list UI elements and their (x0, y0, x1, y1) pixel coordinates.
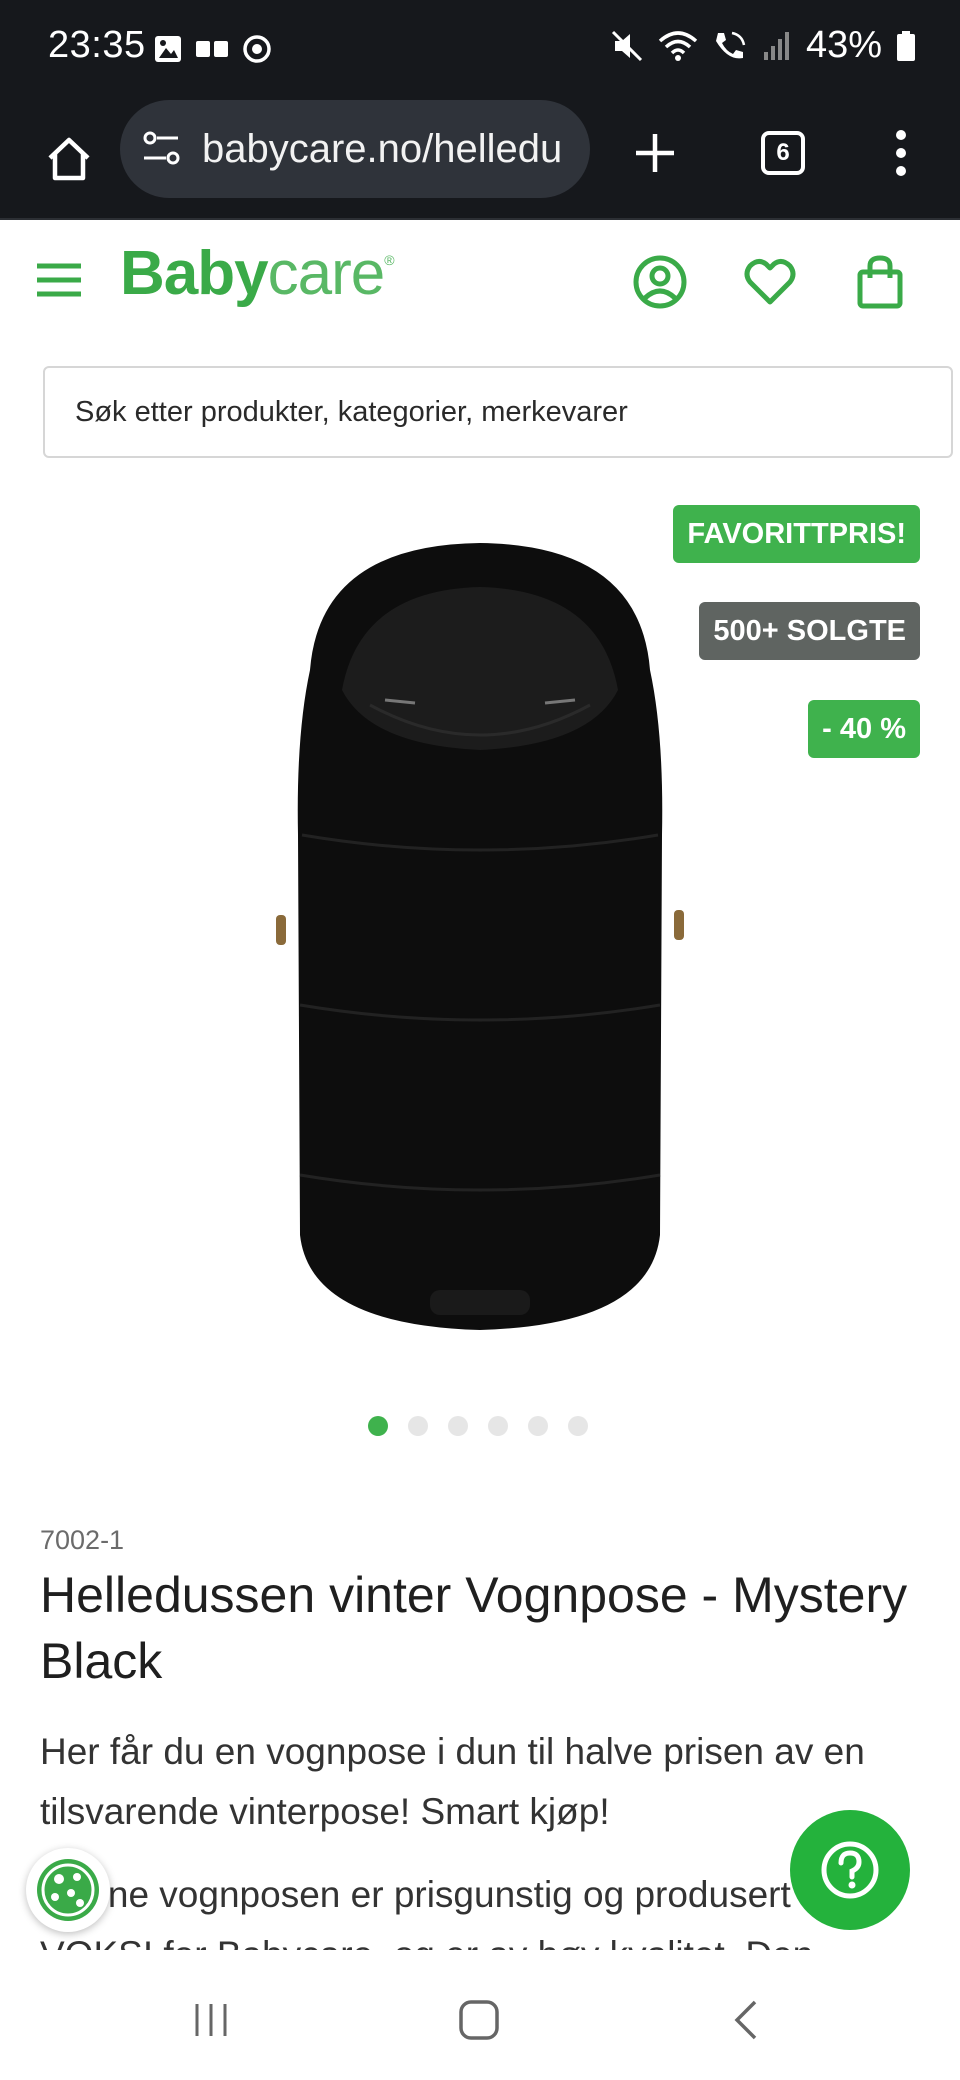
discount-badge: - 40 % (808, 700, 920, 758)
browser-menu-button[interactable] (866, 118, 936, 188)
home-icon (48, 137, 90, 181)
wifi-calling-icon (715, 31, 746, 58)
sync-icon (243, 35, 271, 63)
status-left-icons (153, 33, 273, 65)
logo-registered: ® (384, 252, 394, 268)
help-button[interactable] (790, 1810, 910, 1930)
site-settings-icon[interactable] (140, 127, 184, 171)
search-input[interactable]: Søk etter produkter, kategorier, merkeva… (43, 366, 953, 458)
image-carousel-dots (368, 1416, 588, 1436)
cookie-settings-button[interactable] (26, 1848, 110, 1932)
site-header: Babycare® (0, 222, 960, 342)
plus-icon (636, 134, 674, 172)
cookie-icon (37, 1859, 99, 1921)
recents-icon (195, 2004, 227, 2036)
tab-count: 6 (761, 131, 805, 175)
more-vert-icon (896, 130, 906, 176)
product-title: Helledussen vinter Vognpose - Mystery Bl… (40, 1567, 908, 1689)
user-icon (633, 255, 687, 309)
cart-button[interactable] (852, 254, 908, 310)
battery-icon (897, 30, 915, 61)
gallery-icon (155, 36, 181, 62)
menu-button[interactable] (34, 256, 84, 306)
home-nav-button[interactable] (444, 1990, 514, 2050)
product-sku: 7002-1 (40, 1525, 125, 1555)
tab-switcher-button[interactable]: 6 (748, 118, 818, 188)
back-button[interactable] (712, 1990, 782, 2050)
logo-text-bold: Baby (120, 239, 269, 308)
status-time: 23:35 (48, 24, 146, 66)
carousel-dot[interactable] (448, 1416, 468, 1436)
home-button[interactable] (34, 124, 104, 194)
carousel-dot[interactable] (488, 1416, 508, 1436)
status-right: 43% (610, 24, 916, 67)
sim-icon (196, 41, 228, 57)
browser-toolbar: babycare.no/helledu 6 (0, 98, 960, 220)
url-text: babycare.no/helledu (202, 126, 563, 171)
account-button[interactable] (632, 254, 688, 310)
heart-icon (744, 258, 796, 305)
question-icon (821, 1841, 879, 1899)
address-bar[interactable]: babycare.no/helledu (120, 100, 590, 198)
status-bar: 23:35 43% (0, 0, 960, 98)
system-navigation-bar (0, 1960, 960, 2080)
carousel-dot[interactable] (408, 1416, 428, 1436)
mute-icon (611, 30, 642, 61)
carousel-dot[interactable] (528, 1416, 548, 1436)
babycare-logo[interactable]: Babycare® (120, 238, 395, 309)
product-description: Her får du en vognpose i dun til halve p… (40, 1731, 865, 1832)
search-placeholder: Søk etter produkter, kategorier, merkeva… (75, 395, 628, 428)
sold-count-badge: 500+ SOLGTE (699, 602, 920, 660)
signal-icon (763, 31, 789, 60)
logo-text-light: care (267, 239, 386, 308)
shopping-bag-icon (857, 255, 903, 309)
carousel-dot[interactable] (568, 1416, 588, 1436)
wifi-icon (658, 30, 698, 61)
product-image[interactable] (250, 535, 710, 1350)
home-square-icon (459, 2000, 499, 2040)
product-description-more: Denne vognposen er prisgunstig og produs… (40, 1874, 841, 1960)
favorite-price-badge: FAVORITTPRIS! (673, 505, 920, 563)
new-tab-button[interactable] (620, 118, 690, 188)
carousel-dot[interactable] (368, 1416, 388, 1436)
wishlist-button[interactable] (742, 254, 798, 310)
recent-apps-button[interactable] (176, 1990, 246, 2050)
battery-percentage: 43% (805, 24, 882, 66)
back-icon (734, 2000, 757, 2040)
hamburger-icon (37, 263, 81, 297)
